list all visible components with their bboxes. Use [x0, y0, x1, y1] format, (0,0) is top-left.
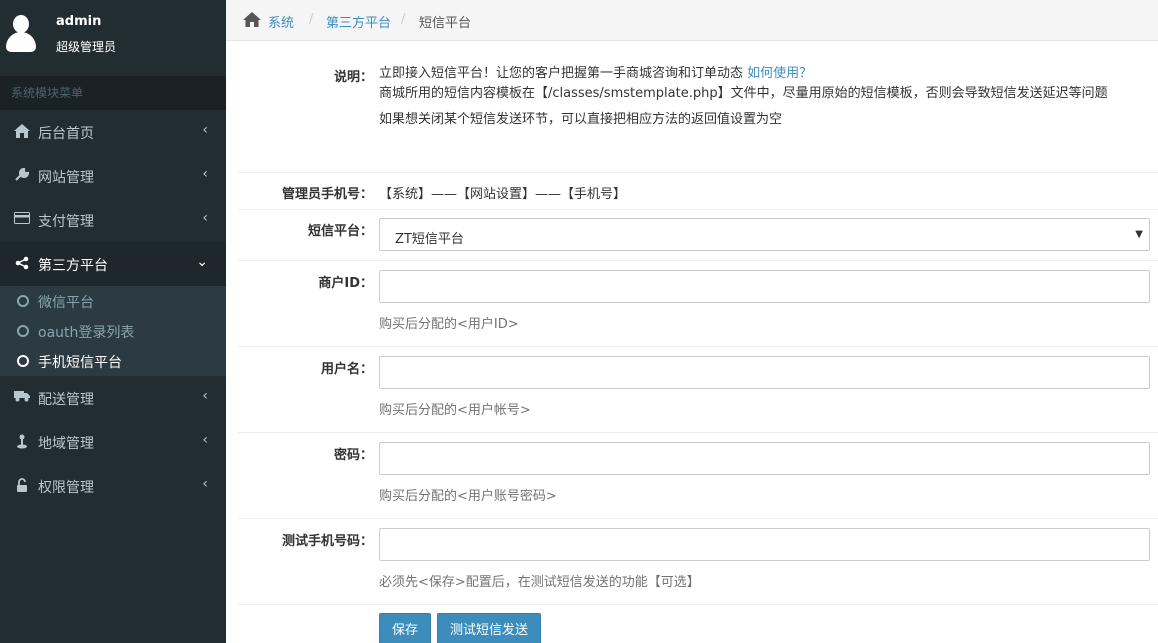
- sidebar-item-label: 权限管理: [38, 480, 94, 496]
- description-row: 说明： 立即接入短信平台！让您的客户把握第一手商城咨询和订单动态 如何使用？ 商…: [238, 41, 1158, 173]
- user-name: admin: [56, 14, 102, 29]
- save-button[interactable]: 保存: [379, 613, 432, 643]
- chevron-left-icon: ‹: [202, 476, 208, 492]
- truck-icon: [14, 390, 30, 406]
- breadcrumb: 系统 / 第三方平台 / 短信平台: [226, 0, 1158, 41]
- merchant-id-row: 商户ID： 购买后分配的<用户ID>: [238, 261, 1158, 347]
- credit-card-icon: [14, 212, 30, 228]
- sidebar-item-home[interactable]: 后台首页 ‹: [0, 110, 226, 154]
- submenu-item-wechat[interactable]: 微信平台: [0, 286, 226, 316]
- sidebar-item-delivery[interactable]: 配送管理 ‹: [0, 376, 226, 420]
- home-icon: [243, 12, 261, 28]
- menu-header: 系统模块菜单: [0, 76, 226, 110]
- sidebar-item-third-party[interactable]: 第三方平台 ⌄: [0, 242, 226, 286]
- chevron-left-icon: ‹: [202, 122, 208, 138]
- sms-platform-selected: ZT短信平台: [395, 232, 464, 247]
- chevron-left-icon: ‹: [202, 166, 208, 182]
- password-input[interactable]: [379, 442, 1150, 475]
- password-row: 密码： 购买后分配的<用户账号密码>: [238, 433, 1158, 519]
- username-row: 用户名： 购买后分配的<用户帐号>: [238, 347, 1158, 433]
- password-help: 购买后分配的<用户账号密码>: [379, 489, 557, 504]
- sidebar-item-label: 配送管理: [38, 392, 94, 408]
- user-panel: admin 超级管理员: [0, 0, 226, 76]
- admin-phone-row: 管理员手机号： 【系统】——【网站设置】——【手机号】: [238, 173, 1158, 210]
- test-phone-row: 测试手机号码： 必须先<保存>配置后，在测试短信发送的功能【可选】: [238, 519, 1158, 605]
- test-phone-label: 测试手机号码：: [281, 534, 373, 549]
- submenu-item-oauth[interactable]: oauth登录列表: [0, 316, 226, 346]
- chevron-down-icon: ⌄: [196, 254, 208, 270]
- sidebar-item-label: 网站管理: [38, 170, 94, 186]
- test-phone-help: 必须先<保存>配置后，在测试短信发送的功能【可选】: [379, 575, 700, 590]
- description-text: 立即接入短信平台！让您的客户把握第一手商城咨询和订单动态 如何使用？ 商城所用的…: [379, 65, 1150, 131]
- submenu: 微信平台 oauth登录列表 手机短信平台: [0, 286, 226, 376]
- username-help: 购买后分配的<用户帐号>: [379, 403, 531, 418]
- test-sms-button[interactable]: 测试短信发送: [437, 613, 542, 643]
- sidebar-item-permissions[interactable]: 权限管理 ‹: [0, 464, 226, 508]
- main-content: 系统 / 第三方平台 / 短信平台 说明： 立即接入短信平台！让您的客户把握第一…: [226, 0, 1158, 643]
- sms-platform-row: 短信平台： ZT短信平台 ▼: [238, 210, 1158, 261]
- wrench-icon: [14, 167, 30, 184]
- admin-phone-value: 【系统】——【网站设置】——【手机号】: [379, 187, 627, 202]
- chevron-left-icon: ‹: [202, 432, 208, 448]
- share-icon: [14, 256, 30, 272]
- breadcrumb-separator: /: [309, 12, 314, 27]
- sms-platform-label: 短信平台：: [307, 224, 373, 239]
- sms-platform-select[interactable]: ZT短信平台 ▼: [379, 218, 1150, 251]
- sidebar-item-region[interactable]: 地域管理 ‹: [0, 420, 226, 464]
- breadcrumb-section-link[interactable]: 第三方平台: [326, 12, 391, 31]
- test-phone-input[interactable]: [379, 528, 1150, 561]
- username-input[interactable]: [379, 356, 1150, 389]
- map-pin-icon: [14, 434, 30, 450]
- sidebar-item-label: 地域管理: [38, 436, 94, 452]
- description-line-2: 商城所用的短信内容模板在【/classes/smstemplate.php】文件…: [379, 86, 1108, 101]
- sidebar-item-label: 第三方平台: [38, 258, 108, 274]
- password-label: 密码：: [333, 448, 373, 463]
- how-to-use-link[interactable]: 如何使用？: [747, 66, 812, 81]
- merchant-id-label: 商户ID：: [318, 276, 373, 291]
- merchant-id-input[interactable]: [379, 270, 1150, 303]
- description-line-3: 如果想关闭某个短信发送环节，可以直接把相应方法的返回值设置为空: [379, 112, 783, 127]
- submenu-item-label: 微信平台: [38, 295, 94, 311]
- user-role: 超级管理员: [56, 40, 117, 54]
- avatar: [6, 15, 36, 53]
- merchant-id-help: 购买后分配的<用户ID>: [379, 317, 519, 332]
- sidebar: admin 超级管理员 系统模块菜单 后台首页 ‹ 网站管理 ‹ 支付管理 ‹ …: [0, 0, 226, 643]
- home-icon: [14, 124, 30, 140]
- sidebar-item-site[interactable]: 网站管理 ‹: [0, 154, 226, 198]
- unlock-icon: [14, 478, 30, 494]
- circle-icon: [17, 295, 29, 307]
- submenu-item-label: oauth登录列表: [38, 325, 135, 341]
- circle-icon: [17, 355, 29, 367]
- username-label: 用户名：: [320, 362, 373, 377]
- description-line-1: 立即接入短信平台！让您的客户把握第一手商城咨询和订单动态: [379, 66, 744, 81]
- sidebar-item-payment[interactable]: 支付管理 ‹: [0, 198, 226, 242]
- breadcrumb-current: 短信平台: [419, 16, 472, 31]
- sms-settings-form: 说明： 立即接入短信平台！让您的客户把握第一手商城咨询和订单动态 如何使用？ 商…: [238, 41, 1158, 643]
- sidebar-item-label: 支付管理: [38, 214, 94, 230]
- breadcrumb-home-link[interactable]: 系统: [268, 12, 294, 31]
- circle-icon: [17, 325, 29, 337]
- submenu-item-sms[interactable]: 手机短信平台: [0, 346, 226, 376]
- admin-phone-label: 管理员手机号：: [281, 187, 373, 202]
- description-label: 说明：: [333, 70, 373, 85]
- breadcrumb-separator: /: [401, 12, 406, 27]
- chevron-left-icon: ‹: [202, 210, 208, 226]
- chevron-left-icon: ‹: [202, 388, 208, 404]
- submenu-item-label: 手机短信平台: [38, 355, 122, 371]
- caret-down-icon: ▼: [1135, 229, 1143, 240]
- sidebar-item-label: 后台首页: [38, 126, 94, 142]
